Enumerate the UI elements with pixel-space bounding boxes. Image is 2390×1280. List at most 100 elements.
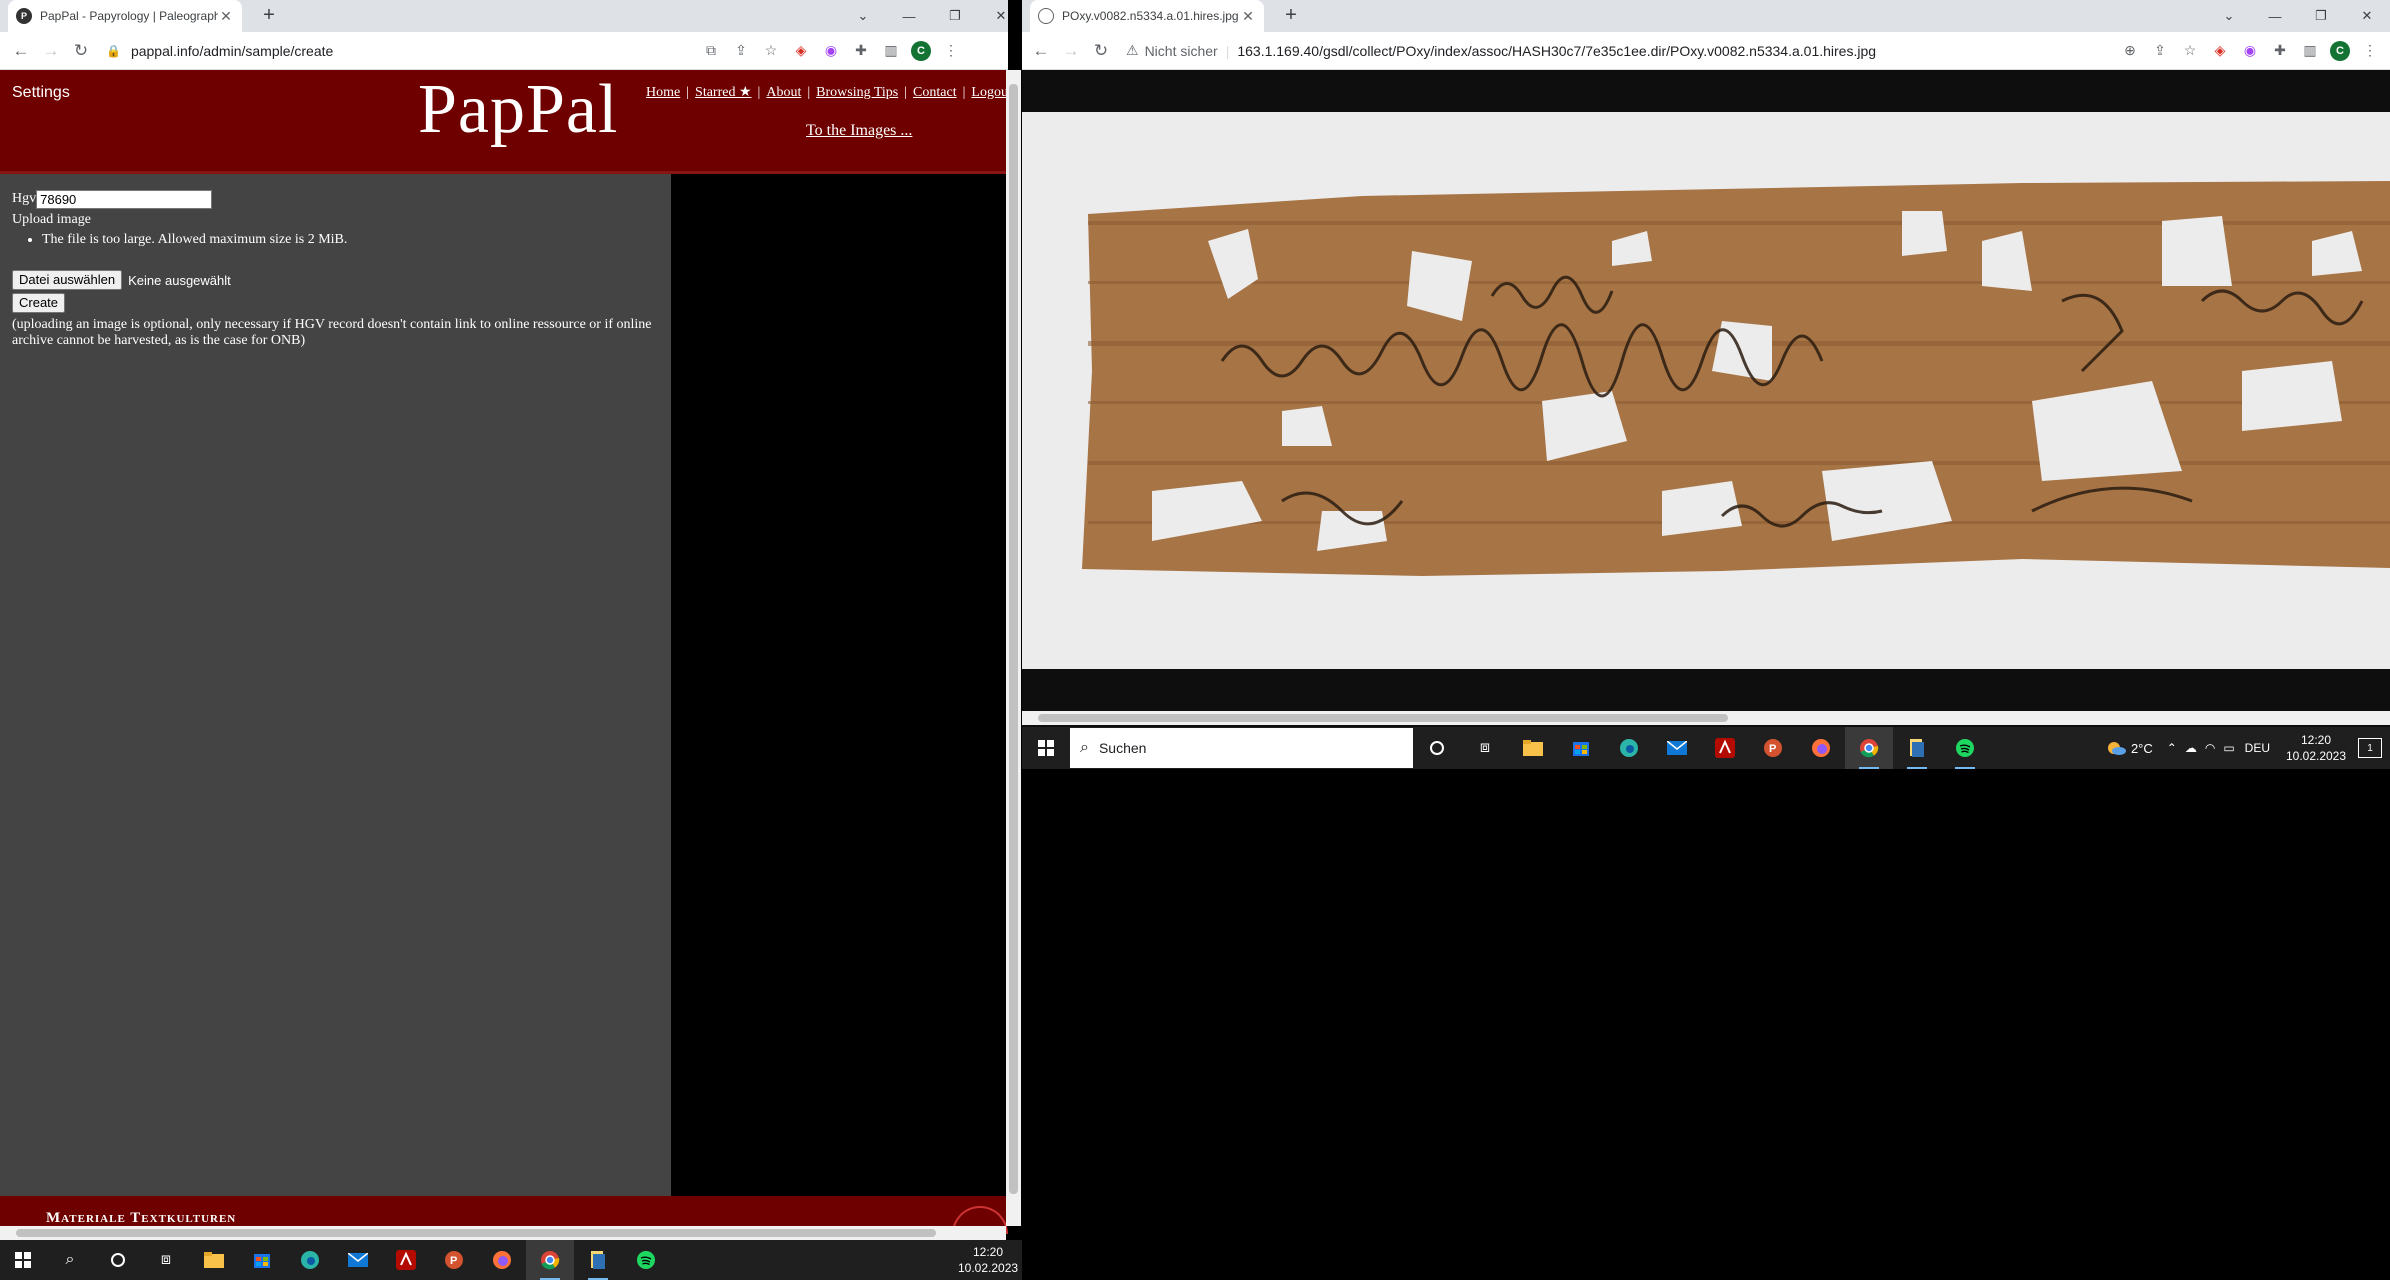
file-explorer-icon[interactable]: [1509, 727, 1557, 769]
settings-link[interactable]: Settings: [12, 84, 70, 102]
reload-button[interactable]: ↻: [66, 36, 96, 66]
reload-button[interactable]: ↻: [1086, 36, 1116, 66]
nav-starred[interactable]: Starred ★: [695, 85, 751, 100]
close-window-button[interactable]: ✕: [978, 0, 1024, 32]
address-bar[interactable]: 🔒 pappal.info/admin/sample/create: [96, 36, 696, 66]
close-icon[interactable]: ✕: [218, 8, 234, 25]
cortana-icon[interactable]: [94, 1240, 142, 1280]
restore-button[interactable]: ❐: [932, 0, 978, 32]
extension-icon[interactable]: ◉: [2238, 39, 2262, 63]
image-viewer[interactable]: [1022, 71, 2390, 711]
chrome-icon[interactable]: [1845, 727, 1893, 769]
file-explorer-icon[interactable]: [190, 1240, 238, 1280]
scroll-thumb[interactable]: [1009, 84, 1018, 1194]
chevron-down-icon[interactable]: ⌄: [840, 0, 886, 32]
puzzle-icon[interactable]: ✚: [2268, 39, 2292, 63]
task-view-icon[interactable]: ⧈: [1461, 727, 1509, 769]
choose-file-button[interactable]: Datei auswählen: [12, 270, 123, 290]
taskbar-search-box[interactable]: ⌕ Suchen: [1070, 728, 1413, 768]
scroll-thumb[interactable]: [1038, 714, 1728, 722]
menu-icon[interactable]: ⋮: [939, 39, 963, 63]
wifi-icon[interactable]: ◠: [2205, 741, 2215, 755]
address-bar[interactable]: ⚠ Nicht sicher | 163.1.169.40/gsdl/colle…: [1116, 36, 2066, 66]
pappal-logo[interactable]: PapPal: [418, 70, 618, 150]
nav-browsing-tips[interactable]: Browsing Tips: [816, 85, 898, 100]
minimize-button[interactable]: —: [2252, 0, 2298, 32]
store-icon[interactable]: [238, 1240, 286, 1280]
side-panel-icon[interactable]: ▥: [2298, 39, 2322, 63]
new-tab-button[interactable]: +: [258, 5, 280, 27]
forward-button[interactable]: →: [1056, 36, 1086, 66]
pappal-header: Settings PapPal Home | Starred ★ | About | Bro…: [0, 70, 1012, 174]
search-icon[interactable]: ⌕: [46, 1240, 94, 1280]
taskbar-clock[interactable]: 12:20 10.02.2023: [2284, 732, 2348, 764]
weather-temp[interactable]: 2°C: [2131, 741, 2153, 756]
share-icon[interactable]: ⇪: [729, 39, 753, 63]
close-window-button[interactable]: ✕: [2344, 0, 2390, 32]
zoom-icon[interactable]: ⊕: [2118, 39, 2142, 63]
battery-icon[interactable]: ▭: [2223, 741, 2234, 755]
scroll-thumb[interactable]: [16, 1229, 936, 1237]
share-icon[interactable]: ⇪: [2148, 39, 2172, 63]
powerpoint-icon[interactable]: P: [1749, 727, 1797, 769]
acrobat-icon[interactable]: [382, 1240, 430, 1280]
vertical-scrollbar[interactable]: [1006, 70, 1021, 1226]
close-icon[interactable]: ✕: [1240, 8, 1256, 25]
new-tab-button[interactable]: +: [1280, 5, 1302, 27]
file-manager-icon[interactable]: [574, 1240, 622, 1280]
create-button[interactable]: Create: [12, 293, 66, 313]
nav-contact[interactable]: Contact: [913, 85, 957, 100]
language-indicator[interactable]: DEU: [2245, 741, 2270, 755]
tab-pappal[interactable]: P PapPal - Papyrology | Paleograph ✕: [8, 0, 242, 32]
bookmark-star-icon[interactable]: ☆: [759, 39, 783, 63]
windows-start-icon[interactable]: [1022, 727, 1070, 769]
extension-icon[interactable]: ◈: [789, 39, 813, 63]
extension-icon[interactable]: ◉: [819, 39, 843, 63]
footer-text: Materiale Textkulturen: [46, 1210, 237, 1226]
spotify-icon[interactable]: [622, 1240, 670, 1280]
horizontal-scrollbar[interactable]: [0, 1226, 1006, 1240]
profile-avatar[interactable]: C: [2328, 39, 2352, 63]
restore-button[interactable]: ❐: [2298, 0, 2344, 32]
minimize-button[interactable]: —: [886, 0, 932, 32]
powerpoint-icon[interactable]: P: [430, 1240, 478, 1280]
nav-home[interactable]: Home: [646, 85, 680, 100]
edge-icon[interactable]: [286, 1240, 334, 1280]
security-status[interactable]: Nicht sicher: [1145, 43, 1218, 59]
taskbar-clock[interactable]: 12:20 10.02.2023: [958, 1244, 1018, 1276]
onedrive-icon[interactable]: ☁: [2185, 741, 2197, 755]
bookmark-star-icon[interactable]: ☆: [2178, 39, 2202, 63]
edge-icon[interactable]: [1605, 727, 1653, 769]
chrome-icon[interactable]: [526, 1240, 574, 1280]
acrobat-icon[interactable]: [1701, 727, 1749, 769]
forward-button[interactable]: →: [36, 36, 66, 66]
menu-icon[interactable]: ⋮: [2358, 39, 2382, 63]
back-button[interactable]: ←: [6, 36, 36, 66]
spotify-icon[interactable]: [1941, 727, 1989, 769]
image-horizontal-scrollbar[interactable]: [1022, 711, 2390, 725]
cortana-icon[interactable]: [1413, 727, 1461, 769]
nav-about[interactable]: About: [766, 85, 801, 100]
to-images-link[interactable]: To the Images ...: [806, 122, 912, 140]
chevron-up-icon[interactable]: ⌃: [2167, 741, 2177, 755]
file-manager-icon[interactable]: [1893, 727, 1941, 769]
mail-icon[interactable]: [1653, 727, 1701, 769]
browser-toolbar: ← → ↻ 🔒 pappal.info/admin/sample/create …: [0, 32, 1008, 70]
hgv-input[interactable]: 78690: [36, 189, 213, 209]
windows-start-icon[interactable]: [0, 1240, 46, 1280]
store-icon[interactable]: [1557, 727, 1605, 769]
task-view-icon[interactable]: ⧈: [142, 1240, 190, 1280]
notification-center-icon[interactable]: 1: [2358, 738, 2382, 758]
mail-icon[interactable]: [334, 1240, 382, 1280]
firefox-icon[interactable]: [1797, 727, 1845, 769]
puzzle-icon[interactable]: ✚: [849, 39, 873, 63]
tab-poxy-image[interactable]: POxy.v0082.n5334.a.01.hires.jpg ✕: [1030, 0, 1264, 32]
translate-icon[interactable]: ⧉: [699, 39, 723, 63]
extension-icon[interactable]: ◈: [2208, 39, 2232, 63]
side-panel-icon[interactable]: ▥: [879, 39, 903, 63]
back-button[interactable]: ←: [1026, 36, 1056, 66]
firefox-icon[interactable]: [478, 1240, 526, 1280]
profile-avatar[interactable]: C: [909, 39, 933, 63]
chevron-down-icon[interactable]: ⌄: [2206, 0, 2252, 32]
weather-icon[interactable]: [2101, 727, 2131, 769]
